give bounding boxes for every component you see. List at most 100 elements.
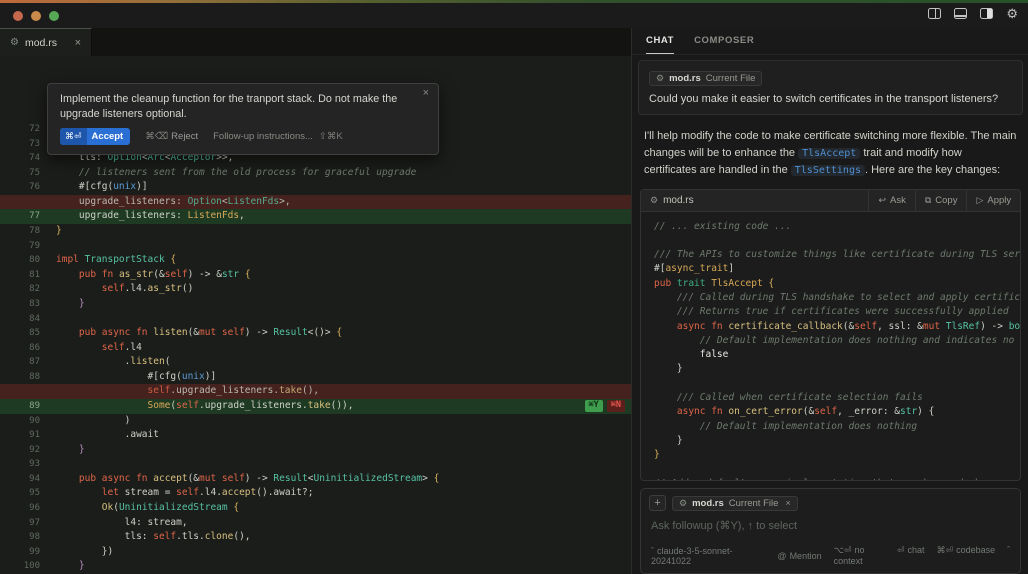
ask-button[interactable]: ↩ Ask (868, 189, 914, 211)
code-token: () (181, 283, 194, 295)
model-selector[interactable]: ˆ claude-3-5-sonnet-20241022 (651, 546, 765, 566)
chat-code-line: // Default implementation does nothing (654, 420, 1020, 434)
code-token: , (239, 210, 245, 222)
editor-code-line[interactable]: 79 (0, 239, 631, 254)
pill-close-icon[interactable]: × (785, 498, 791, 509)
code-token: ) -> (244, 327, 274, 339)
editor-code-line[interactable]: 83 } (0, 297, 631, 312)
chat-input-placeholder[interactable]: Ask followup (⌘Y), ↑ to select (651, 519, 1010, 532)
tab-close-icon[interactable]: × (75, 37, 81, 49)
code-token: // listeners sent from the old process f… (56, 166, 417, 178)
editor-code-line[interactable]: 81 pub fn as_str(&self) -> &str { (0, 268, 631, 283)
code-token: } (654, 434, 683, 446)
code-token: UninitializedStream (118, 502, 228, 514)
code-token: mut self (199, 472, 245, 484)
collapse-chevron-icon[interactable]: ˆ (1007, 545, 1010, 566)
editor-code-line[interactable]: 100 } (0, 559, 631, 574)
close-window-button[interactable] (13, 10, 23, 21)
add-context-button[interactable]: + (649, 495, 666, 511)
code-token: pub async fn (78, 327, 154, 339)
editor-code-line[interactable]: 76 #[cfg(unix)] (0, 180, 631, 195)
editor-code-line[interactable]: 82 self.l4.as_str() (0, 282, 631, 297)
diff-reject-badge[interactable]: ⌘N (606, 400, 625, 412)
chat-tab-chat[interactable]: CHAT (646, 28, 675, 54)
code-token: (& (802, 406, 815, 418)
tab-mod-rs[interactable]: ⚙ mod.rs × (0, 28, 92, 56)
codebase-hint[interactable]: ⌘⏎ codebase (937, 545, 996, 566)
apply-button[interactable]: ▷ Apply (966, 189, 1020, 211)
editor-code-line[interactable]: 98 tls: self.tls.clone(), (0, 530, 631, 545)
code-token: (), (301, 385, 320, 397)
editor-code-line[interactable]: self.upgrade_listeners.take(), (0, 384, 631, 399)
minimize-window-button[interactable] (31, 10, 41, 21)
followup-instructions-button[interactable]: Follow-up instructions... ⇧⌘K (213, 131, 343, 142)
mention-button[interactable]: @ Mention (777, 551, 821, 561)
editor-code-line[interactable]: 91 .await (0, 428, 631, 443)
chat-input[interactable]: + ⚙ mod.rs Current File × Ask followup (… (640, 488, 1022, 574)
accept-button[interactable]: ⌘⏎ Accept (60, 128, 131, 145)
editor-code-line[interactable]: 77 upgrade_listeners: ListenFds, (0, 209, 631, 225)
editor-code-line[interactable]: 78} (0, 224, 631, 239)
code-token: (& (842, 320, 855, 332)
code-token: ListenFds (187, 210, 240, 222)
rust-file-icon: ⚙ (656, 73, 665, 83)
reject-button[interactable]: ⌘⌫ Reject (145, 131, 198, 142)
chat-tab-composer[interactable]: COMPOSER (694, 28, 754, 54)
editor-code-line[interactable]: 85 pub async fn listen(&mut self) -> Res… (0, 326, 631, 341)
code-token: self (101, 341, 125, 353)
code-token: str (221, 268, 240, 280)
code-text: #[cfg(unix)] (40, 180, 148, 195)
settings-gear-icon[interactable]: ⚙ (1006, 7, 1018, 20)
chat-code-line: // ... existing code ... (654, 220, 1020, 234)
no-context-hint[interactable]: ⌥⏎ no context (834, 545, 885, 566)
chat-hint[interactable]: ⏎ chat (897, 545, 925, 566)
line-number: 78 (29, 226, 40, 237)
editor-code-line[interactable]: 88 #[cfg(unix)] (0, 370, 631, 385)
editor-code-line[interactable]: 94 pub async fn accept(&mut self) -> Res… (0, 472, 631, 487)
code-token: pub fn (78, 268, 119, 280)
editor-code-line[interactable]: 92 } (0, 443, 631, 458)
split-editor-icon[interactable] (928, 8, 942, 19)
user-message-text: Could you make it easier to switch certi… (649, 93, 999, 105)
editor-code-line[interactable]: 86 self.l4 (0, 341, 631, 356)
editor-code-line[interactable]: 93 (0, 457, 631, 472)
chat-code-line: } (654, 362, 1020, 376)
secondary-sidebar-icon[interactable] (980, 8, 994, 19)
chat-code-line: async fn on_cert_error(&self, _error: &s… (654, 405, 1020, 419)
code-block-body[interactable]: // ... existing code ... /// The APIs to … (641, 212, 1021, 481)
editor-code-line[interactable]: 99 }) (0, 545, 631, 560)
user-message[interactable]: ⚙ mod.rs Current File Could you make it … (638, 60, 1024, 115)
context-file-pill[interactable]: ⚙ mod.rs Current File (649, 71, 763, 86)
diff-accept-badge[interactable]: ⌘Y (584, 400, 603, 412)
editor-code-line[interactable]: 89 Some(self.upgrade_listeners.take()), ⌘… (0, 398, 631, 414)
editor-code-line[interactable]: 80 impl TransportStack { (0, 253, 631, 268)
hint-label: codebase (956, 545, 996, 555)
code-token: ().await?; (256, 487, 314, 499)
app-window: ⚙ ⚙ mod.rs × 72pub(crate) struct Transpo… (0, 0, 1028, 574)
code-token: ) -> (244, 472, 274, 484)
editor-code-line[interactable]: 96 Ok(UninitializedStream { (0, 501, 631, 516)
editor-code-line[interactable]: upgrade_listeners: Option<ListenFds>, (0, 194, 631, 210)
code-token: } (56, 225, 62, 237)
editor-code-line[interactable]: 87 .listen( (0, 355, 631, 370)
editor-code-line[interactable]: 90 ) (0, 414, 631, 429)
tab-label: mod.rs (24, 36, 58, 49)
code-token: self (164, 268, 188, 280)
code-token: ()), (330, 399, 354, 411)
line-number: 80 (29, 255, 40, 266)
toggle-panel-icon[interactable] (954, 8, 968, 19)
line-number: 97 (29, 517, 40, 528)
input-context-pill[interactable]: ⚙ mod.rs Current File × (672, 495, 798, 511)
prompt-close-icon[interactable]: × (423, 87, 429, 99)
zoom-window-button[interactable] (49, 10, 59, 21)
editor-code-line[interactable]: 84 (0, 312, 631, 327)
code-editor[interactable]: 72pub(crate) struct TransportStack {73 l… (0, 56, 631, 574)
code-token: /// Called during TLS handshake to selec… (654, 291, 1021, 303)
editor-code-line[interactable]: 97 l4: stream, (0, 516, 631, 531)
editor-code-line[interactable]: 95 let stream = self.l4.accept().await?; (0, 486, 631, 501)
copy-button[interactable]: ⧉ Copy (914, 189, 967, 211)
code-text: pub async fn listen(&mut self) -> Result… (40, 326, 342, 341)
editor-code-line[interactable]: 75 // listeners sent from the old proces… (0, 166, 631, 181)
